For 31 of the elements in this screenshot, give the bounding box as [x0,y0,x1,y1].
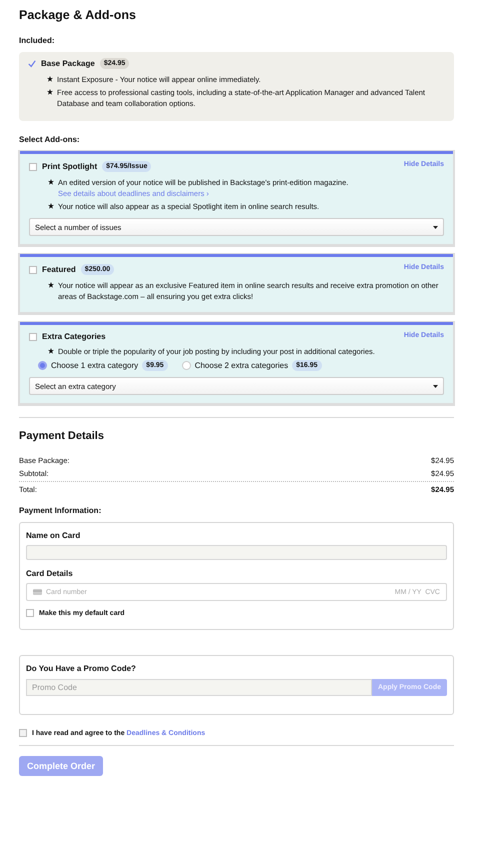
section-title: Package & Add-ons [19,8,137,22]
addon-name: Print Spotlight [42,162,98,171]
addons-label: Select Add-ons: [19,135,81,144]
checkbox[interactable] [26,609,34,617]
caret-icon [433,384,438,388]
field-label: Card Details [26,569,74,578]
radio-button[interactable] [182,361,191,370]
option-label: Choose 1 extra category [51,361,138,370]
checkbox[interactable] [19,729,27,737]
addon-name: Featured [42,265,76,274]
included-label: Included: [19,36,56,45]
package-name: Base Package [41,59,95,68]
option-label: Choose 2 extra categories [194,361,288,370]
radio-button[interactable] [38,361,47,370]
card-icon [33,589,42,595]
name-field[interactable] [26,545,447,560]
payment-info-label: Payment Information: [19,506,102,515]
checkbox[interactable] [29,162,37,170]
star-icon [48,203,54,209]
star-icon [47,76,53,82]
checkbox[interactable] [29,266,37,274]
star-icon [48,282,54,288]
caret-icon [433,226,438,228]
payment-title: Payment Details [19,430,105,442]
star-icon [47,89,53,95]
star-icon [48,179,54,185]
addon-name: Extra Categories [42,332,106,341]
promo-title: Do You Have a Promo Code? [26,664,137,673]
field-label: Name on Card [26,531,82,540]
star-icon [48,348,54,354]
checkbox[interactable] [29,332,37,340]
